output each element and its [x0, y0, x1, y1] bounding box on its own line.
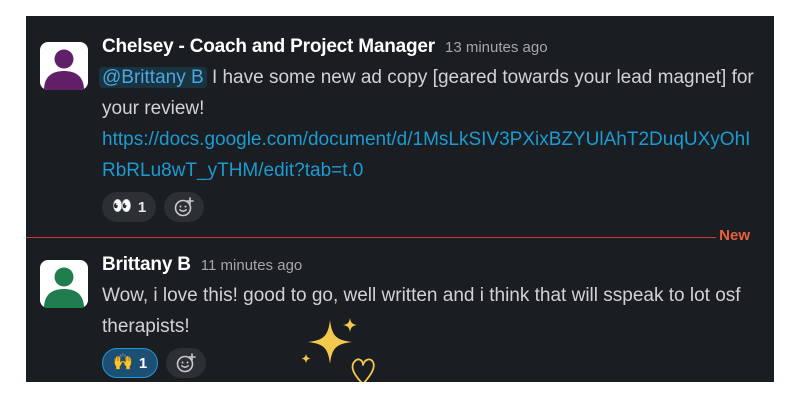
avatar[interactable]: [40, 42, 88, 90]
reaction-bar: 🙌 1: [102, 348, 760, 378]
message-text: Wow, i love this! good to go, well writt…: [102, 285, 741, 337]
message-pane: Chelsey - Coach and Project Manager 13 m…: [26, 16, 774, 382]
author-name[interactable]: Chelsey - Coach and Project Manager: [102, 36, 435, 58]
message-text: @Brittany B I have some new ad copy [gea…: [99, 62, 760, 186]
add-reaction-icon: [174, 197, 195, 217]
document-link[interactable]: https://docs.google.com/document/d/1MsLk…: [102, 129, 750, 181]
avatar[interactable]: [40, 260, 88, 308]
new-label: New: [719, 227, 750, 244]
reaction-count: 1: [138, 354, 148, 372]
add-reaction-button[interactable]: [164, 192, 205, 222]
add-reaction-button[interactable]: [166, 348, 207, 378]
reaction-count: 1: [137, 198, 147, 216]
user-mention[interactable]: @Brittany B: [99, 67, 207, 88]
new-messages-divider: [26, 237, 716, 238]
add-reaction-icon: [176, 353, 197, 373]
raised-hands-icon: 🙌: [113, 354, 133, 371]
eyes-icon: 👀: [112, 198, 132, 215]
reaction-raised-hands[interactable]: 🙌 1: [102, 348, 159, 378]
sparkle-heart-icon: [301, 318, 375, 382]
timestamp[interactable]: 11 minutes ago: [201, 257, 302, 274]
author-name[interactable]: Brittany B: [102, 254, 191, 276]
reaction-eyes[interactable]: 👀 1: [102, 192, 157, 222]
timestamp[interactable]: 13 minutes ago: [445, 39, 548, 56]
reaction-bar: 👀 1: [102, 192, 760, 222]
